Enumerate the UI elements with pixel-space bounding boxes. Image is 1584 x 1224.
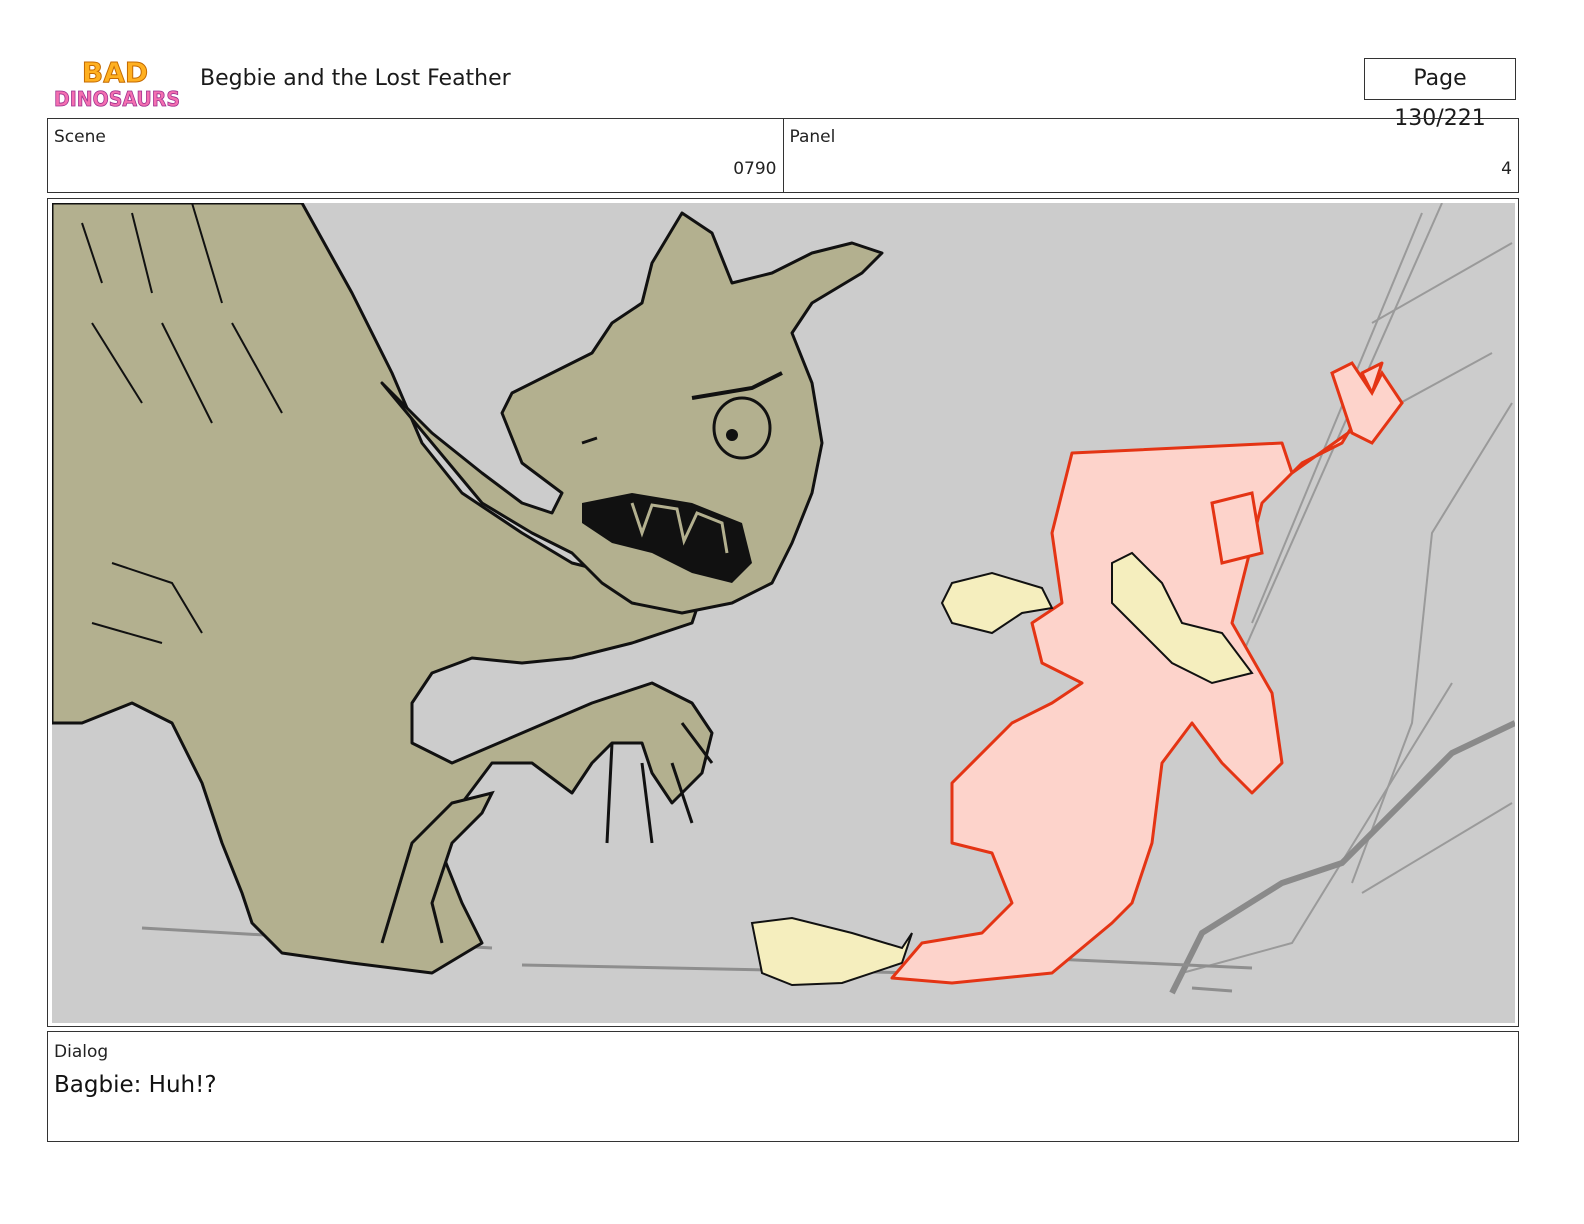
bagbie-eye (1210, 491, 1264, 565)
dino-eye (712, 396, 772, 460)
scene-label: Scene (54, 127, 106, 147)
scene-cell: Scene 0790 (48, 119, 783, 192)
panel-cell: Panel 4 (782, 119, 1519, 192)
storyboard-drawing (52, 203, 1515, 1023)
bad-dinosaurs-logo: BAD DINOSAURS (54, 56, 181, 112)
scene-panel-info: Scene 0790 Panel 4 (47, 118, 1519, 193)
scene-value: 0790 (733, 159, 777, 179)
panel-value: 4 (1501, 159, 1512, 179)
dialog-label: Dialog (54, 1042, 109, 1062)
dialog-box: Dialog Bagbie: Huh!? (47, 1031, 1519, 1142)
page-number: Page 130/221 (1364, 58, 1516, 131)
dialog-text: Bagbie: Huh!? (54, 1072, 217, 1098)
logo-text-bottom: DINOSAURS (54, 87, 180, 111)
document-title: Begbie and the Lost Feather (200, 66, 511, 91)
logo-text-top: BAD (82, 56, 148, 89)
dino-pupil (726, 429, 738, 441)
panel-label: Panel (789, 127, 836, 147)
